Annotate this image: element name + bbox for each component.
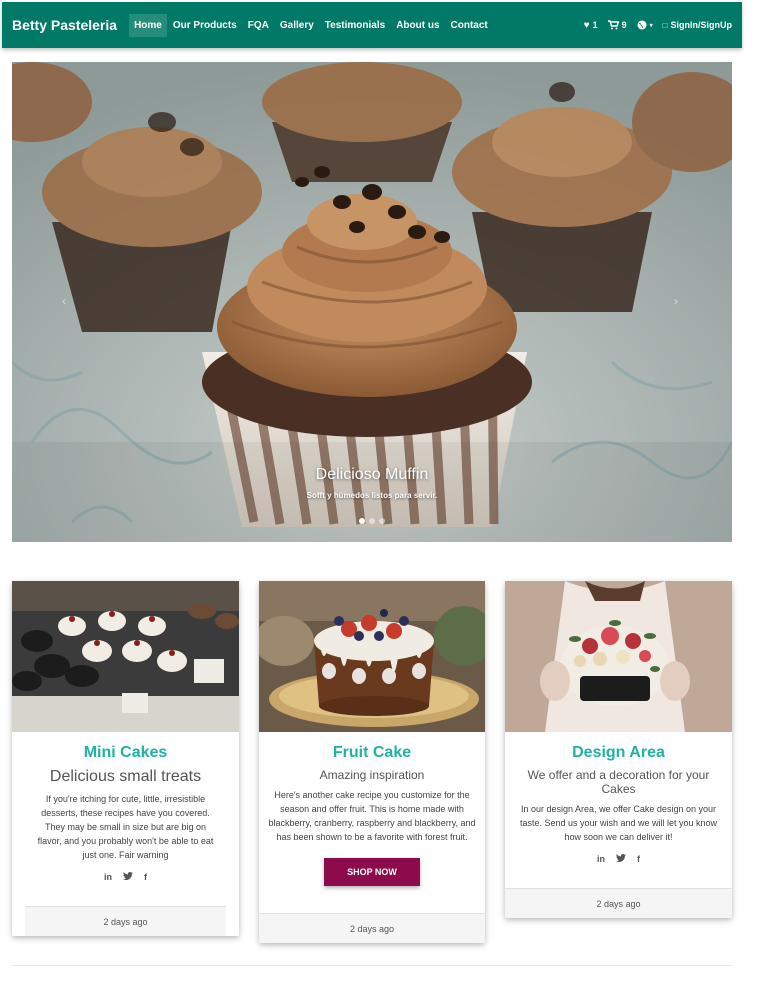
twitter-icon[interactable] — [123, 872, 133, 883]
fruit-cake-image — [259, 581, 485, 732]
nav-about-us[interactable]: About us — [391, 14, 444, 37]
linkedin-icon[interactable]: in — [597, 854, 605, 865]
cart-icon — [607, 20, 619, 30]
card-title: Mini Cakes — [83, 744, 168, 761]
language-dropdown[interactable]: ▾ — [637, 20, 653, 30]
globe-icon — [637, 20, 647, 30]
card-mini-cakes: Mini Cakes Delicious small treats If you… — [12, 581, 239, 936]
design-area-image — [505, 581, 732, 732]
nav-contact[interactable]: Contact — [446, 14, 493, 37]
carousel-caption-title: Delicioso Muffin — [315, 466, 429, 483]
card-subtitle: Amazing inspiration — [319, 768, 425, 782]
carousel-caption-text: Sofft y húmedos listos para servir. — [306, 491, 438, 500]
chevron-down-icon: ▾ — [649, 22, 653, 29]
card-subtitle: Delicious small treats — [49, 768, 202, 785]
card-text: If you're itching for cute, little, irre… — [37, 794, 214, 860]
card-footer: 2 days ago — [505, 888, 732, 918]
signin-label: SignIn/SignUp — [670, 20, 733, 30]
nav-testimonials[interactable]: Testimonials — [320, 14, 390, 37]
facebook-icon[interactable]: f — [637, 854, 640, 865]
facebook-icon[interactable]: f — [144, 872, 147, 883]
nav-home[interactable]: Home — [129, 13, 167, 37]
card-text: In our design Area, we offer Cake design… — [519, 804, 718, 842]
twitter-icon[interactable] — [616, 854, 626, 865]
navbar: Betty Pasteleria Home Our Products FQA G… — [2, 2, 742, 48]
card-body: Mini Cakes Delicious small treats If you… — [12, 744, 239, 883]
cart-button[interactable]: 9 — [607, 20, 627, 30]
card-image — [505, 581, 732, 732]
card-text: Here's another cake recipe you customize… — [268, 790, 476, 842]
nav-links: Home Our Products FQA Gallery Testimonia… — [129, 13, 494, 37]
mini-cakes-image — [12, 581, 239, 732]
carousel-indicator[interactable] — [379, 518, 385, 524]
user-icon: □ — [662, 20, 668, 30]
card-design-area: Design Area We offer and a decoration fo… — [505, 581, 732, 918]
carousel-indicator[interactable] — [369, 518, 375, 524]
card-image — [12, 581, 239, 732]
section-divider — [12, 965, 732, 966]
carousel-next-icon[interactable]: › — [674, 294, 678, 308]
carousel-prev-icon[interactable]: ‹ — [62, 294, 66, 308]
heart-icon: ♥ — [583, 19, 590, 31]
nav-our-products[interactable]: Our Products — [168, 14, 242, 37]
social-links: in f — [511, 854, 726, 865]
brand-logo[interactable]: Betty Pasteleria — [12, 17, 117, 33]
wishlist-count: 1 — [592, 20, 598, 30]
card-body: Design Area We offer and a decoration fo… — [505, 744, 732, 865]
cart-count: 9 — [621, 20, 627, 30]
linkedin-icon[interactable]: in — [104, 872, 112, 883]
nav-fqa[interactable]: FQA — [243, 14, 274, 37]
nav-gallery[interactable]: Gallery — [275, 14, 319, 37]
card-body: Fruit Cake Amazing inspiration Here's an… — [259, 744, 485, 886]
wishlist-button[interactable]: ♥ 1 — [584, 20, 598, 31]
card-footer: 2 days ago — [25, 906, 226, 936]
card-image — [259, 581, 485, 732]
nav-right: ♥ 1 9 ▾ □ SignIn/SignUp — [584, 20, 732, 31]
card-title: Fruit Cake — [332, 744, 412, 761]
social-links: in f — [18, 872, 233, 883]
carousel-indicator[interactable] — [359, 518, 365, 524]
signin-button[interactable]: □ SignIn/SignUp — [663, 20, 732, 30]
carousel-indicators — [12, 518, 732, 524]
card-subtitle: We offer and a decoration for your Cakes — [527, 768, 710, 796]
card-title: Design Area — [572, 744, 665, 761]
shop-now-button[interactable]: SHOP NOW — [324, 858, 420, 886]
card-footer: 2 days ago — [259, 913, 485, 943]
card-fruit-cake: Fruit Cake Amazing inspiration Here's an… — [259, 581, 485, 943]
hero-carousel[interactable]: ‹ › Delicioso Muffin Sofft y húmedos lis… — [12, 62, 732, 542]
